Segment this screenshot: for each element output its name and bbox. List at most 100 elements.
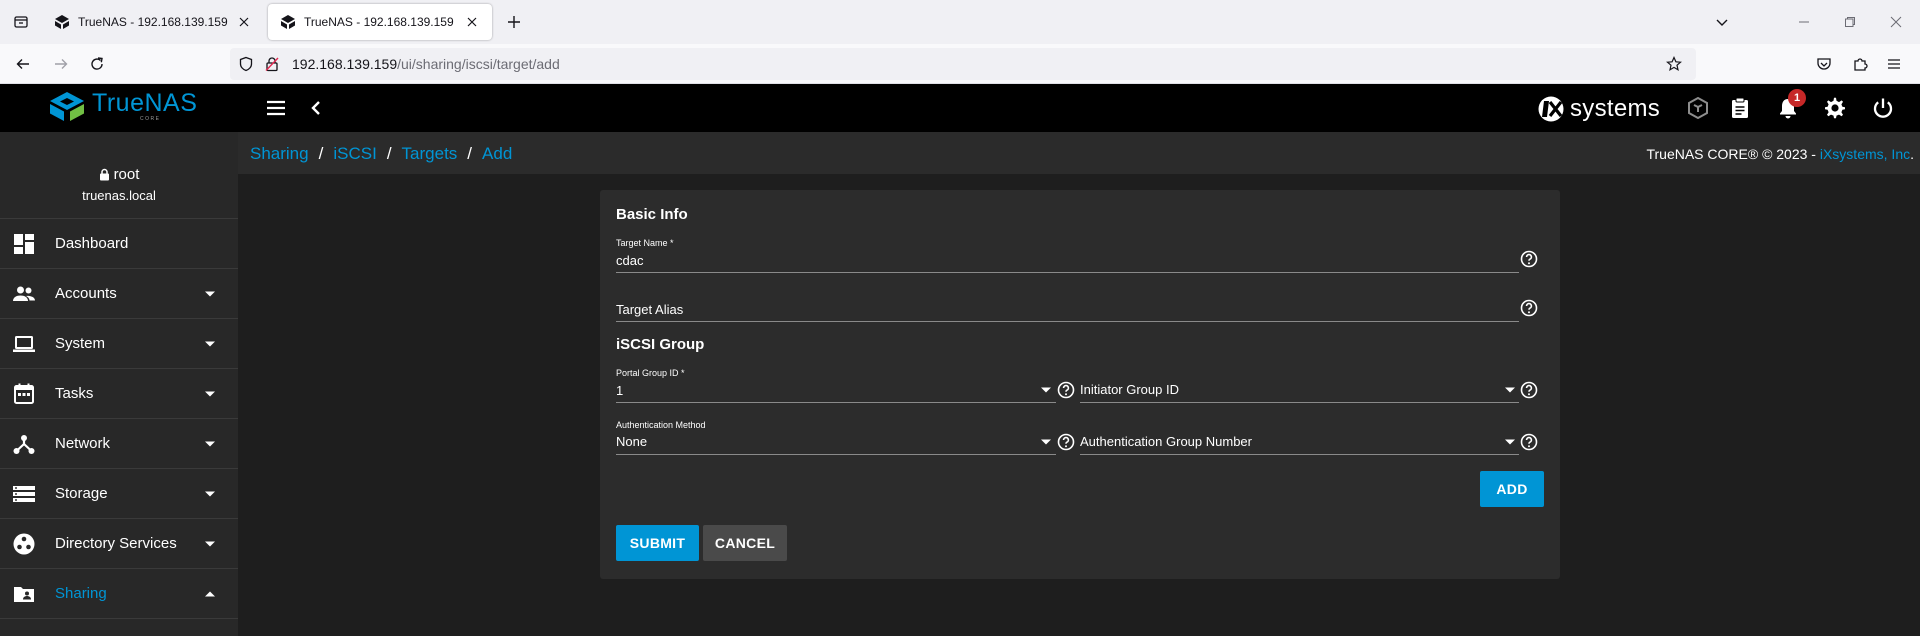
sidebar-item-label: Tasks	[55, 385, 94, 402]
sidebar-item-tasks[interactable]: Tasks	[0, 369, 238, 419]
field-underline	[1080, 454, 1519, 455]
field-underline	[616, 321, 1519, 322]
accounts-icon	[13, 286, 35, 301]
field-underline	[1080, 402, 1519, 403]
dropdown-arrow-icon	[1505, 387, 1515, 393]
help-icon[interactable]	[1057, 381, 1075, 399]
sidebar-item-label: Storage	[55, 485, 108, 502]
bookmark-star-icon[interactable]	[1666, 56, 1682, 72]
laptop-icon	[13, 336, 35, 352]
gear-icon[interactable]	[1821, 94, 1849, 122]
sidebar-item-label: Network	[55, 435, 111, 452]
hamburger-icon[interactable]	[262, 94, 290, 122]
dashboard-icon	[14, 234, 34, 254]
dropdown-arrow-icon	[1041, 387, 1051, 393]
caret-down-icon	[205, 391, 215, 397]
field-underline	[616, 402, 1056, 403]
reload-icon[interactable]	[83, 50, 111, 78]
insecure-lock-icon[interactable]	[264, 56, 280, 72]
target-alias-placeholder[interactable]: Target Alias	[616, 302, 683, 317]
forward-arrow-icon[interactable]	[47, 50, 75, 78]
browser-tab[interactable]: TrueNAS - 192.168.139.159	[42, 4, 264, 40]
browser-tab-active[interactable]: TrueNAS - 192.168.139.159	[268, 4, 492, 40]
initiator-group-id-placeholder: Initiator Group ID	[1080, 382, 1179, 397]
browser-nav-bar: 192.168.139.159/ui/sharing/iscsi/target/…	[0, 44, 1920, 84]
truenas-favicon-icon	[55, 15, 69, 29]
clipboard-icon[interactable]	[1726, 94, 1754, 122]
add-group-button[interactable]: ADD	[1480, 471, 1544, 507]
hostname: truenas.local	[82, 188, 156, 203]
list-all-tabs-icon[interactable]	[1708, 8, 1736, 36]
caret-down-icon	[205, 341, 215, 347]
truenas-logo[interactable]: TrueNAS CORE	[48, 90, 197, 124]
url-bar[interactable]: 192.168.139.159/ui/sharing/iscsi/target/…	[230, 48, 1696, 80]
sidebar-item-sharing[interactable]: Sharing	[0, 569, 238, 619]
restore-window-icon[interactable]	[1836, 8, 1864, 36]
truecommand-icon[interactable]	[1684, 94, 1712, 122]
username: root	[113, 166, 140, 183]
ixsystems-link[interactable]: iXsystems, Inc	[1820, 146, 1910, 162]
extensions-icon[interactable]	[1846, 50, 1874, 78]
shield-icon[interactable]	[238, 56, 254, 72]
cancel-button[interactable]: CANCEL	[703, 525, 787, 561]
breadcrumb-iscsi[interactable]: iSCSI	[333, 144, 376, 164]
close-tab-icon[interactable]	[236, 14, 252, 30]
dropdown-arrow-icon	[1041, 439, 1051, 445]
help-icon[interactable]	[1520, 433, 1538, 451]
sidebar-item-dashboard[interactable]: Dashboard	[0, 219, 238, 269]
portal-group-id-label: Portal Group ID *	[616, 368, 685, 378]
breadcrumb-sharing[interactable]: Sharing	[250, 144, 309, 164]
field-underline	[616, 454, 1056, 455]
user-info: root truenas.local	[0, 132, 238, 219]
browser-tab-bar: TrueNAS - 192.168.139.159 TrueNAS - 192.…	[0, 0, 1920, 44]
portal-group-id-select[interactable]: Portal Group ID * 1	[616, 368, 1056, 404]
help-icon[interactable]	[1520, 299, 1538, 317]
target-form-card: Basic Info Target Name * cdac Target Ali…	[600, 190, 1560, 579]
ixsystems-logo: systems	[1536, 95, 1660, 123]
sidebar-item-accounts[interactable]: Accounts	[0, 269, 238, 319]
target-name-label: Target Name *	[616, 238, 674, 248]
breadcrumb-add[interactable]: Add	[482, 144, 512, 164]
authentication-group-number-select[interactable]: Authentication Group Number	[1080, 420, 1519, 456]
pocket-icon[interactable]	[1810, 50, 1838, 78]
breadcrumb-separator: /	[386, 144, 392, 163]
sidebar-item-label: Sharing	[55, 585, 107, 602]
help-icon[interactable]	[1520, 250, 1538, 268]
power-icon[interactable]	[1869, 94, 1897, 122]
tab-list-icon[interactable]	[8, 10, 34, 34]
close-tab-icon[interactable]	[464, 14, 480, 30]
dropdown-arrow-icon	[1505, 439, 1515, 445]
breadcrumb-targets[interactable]: Targets	[402, 144, 458, 164]
authentication-method-select[interactable]: Authentication Method None	[616, 420, 1056, 456]
help-icon[interactable]	[1520, 381, 1538, 399]
sidebar-item-storage[interactable]: Storage	[0, 469, 238, 519]
network-icon	[13, 435, 35, 454]
sidebar-item-system[interactable]: System	[0, 319, 238, 369]
chevron-left-icon[interactable]	[302, 94, 330, 122]
target-name-field[interactable]: Target Name * cdac	[616, 238, 1519, 274]
caret-down-icon	[205, 541, 215, 547]
close-window-icon[interactable]	[1882, 8, 1910, 36]
target-name-input[interactable]: cdac	[616, 253, 643, 268]
sharing-folder-icon	[14, 587, 34, 602]
breadcrumb-separator: /	[318, 144, 324, 163]
copyright-text: TrueNAS CORE® © 2023 -	[1646, 146, 1820, 162]
portal-group-id-value: 1	[616, 383, 624, 398]
back-arrow-icon[interactable]	[9, 50, 37, 78]
new-tab-icon[interactable]	[502, 10, 526, 34]
url-path: /ui/sharing/iscsi/target/add	[397, 56, 560, 72]
sidebar-item-label: Dashboard	[55, 235, 129, 252]
sidebar-item-network[interactable]: Network	[0, 419, 238, 469]
copyright-suffix: .	[1910, 146, 1914, 162]
submit-button[interactable]: SUBMIT	[616, 525, 699, 561]
app-menu-icon[interactable]	[1880, 50, 1908, 78]
target-alias-field[interactable]: Target Alias	[616, 288, 1519, 324]
iscsi-group-title: iSCSI Group	[616, 336, 705, 353]
tab-title: TrueNAS - 192.168.139.159	[304, 15, 454, 29]
initiator-group-id-select[interactable]: Initiator Group ID	[1080, 368, 1519, 404]
sidebar-item-directory-services[interactable]: Directory Services	[0, 519, 238, 569]
minimize-window-icon[interactable]	[1790, 8, 1818, 36]
url-host: 192.168.139.159	[292, 56, 398, 72]
help-icon[interactable]	[1057, 433, 1075, 451]
breadcrumb-separator: /	[467, 144, 473, 163]
